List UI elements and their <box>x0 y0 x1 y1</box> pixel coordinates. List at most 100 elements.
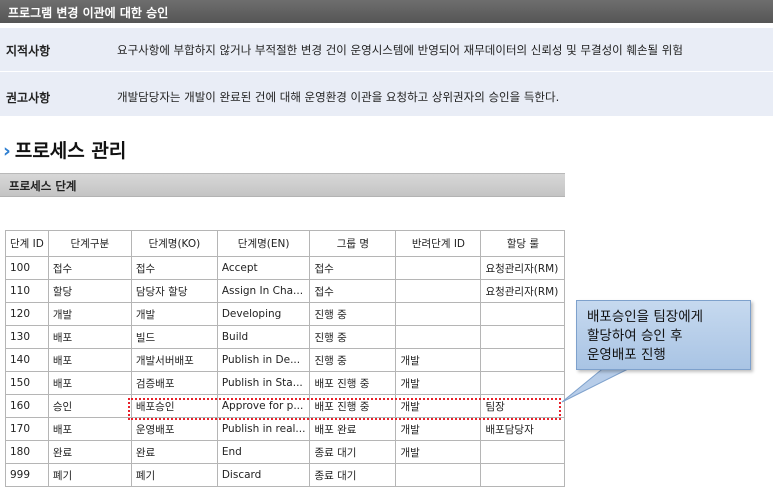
finding-label: 지적사항 <box>6 44 51 58</box>
table-cell: 배포 <box>47 417 132 441</box>
callout-line: 할당하여 승인 후 <box>587 328 683 344</box>
table-cell: 접수 <box>309 256 397 280</box>
table-row[interactable]: 180 완료 완료 End 종료 대기 개발 <box>5 440 566 464</box>
column-header[interactable]: 단계명(EN) <box>216 230 311 257</box>
table-cell: 개발서버배포 <box>130 348 218 372</box>
page-title: › 프로세스 관리 <box>3 136 126 163</box>
table-cell: 배포 <box>47 348 132 372</box>
process-steps-table: 단계 ID 단계구분 단계명(KO) 단계명(EN) 그룹 명 반려단계 ID … <box>5 230 566 487</box>
column-header[interactable]: 그룹 명 <box>309 230 397 257</box>
table-cell: 빌드 <box>130 325 218 349</box>
table-cell: Build <box>216 325 311 349</box>
section-header-title: 프로그램 변경 이관에 대한 승인 <box>8 6 169 20</box>
table-cell: 130 <box>5 325 49 349</box>
table-cell: 폐기 <box>47 463 132 487</box>
recommendation-row: 권고사항 개발담당자는 개발이 완료된 건에 대해 운영환경 이관을 요청하고 … <box>0 72 773 117</box>
table-cell: 배포 진행 중 <box>309 371 397 395</box>
finding-text: 요구사항에 부합하지 않거나 부적절한 변경 건이 운영시스템에 반영되어 재무… <box>117 43 683 57</box>
table-cell: 검증배포 <box>130 371 218 395</box>
table-cell: 160 <box>5 394 49 418</box>
column-header[interactable]: 단계구분 <box>47 230 132 257</box>
finding-row: 지적사항 요구사항에 부합하지 않거나 부적절한 변경 건이 운영시스템에 반영… <box>0 28 773 72</box>
table-cell: 140 <box>5 348 49 372</box>
column-header[interactable]: 할당 룰 <box>480 230 566 257</box>
table-cell: Publish in Sta... <box>216 371 311 395</box>
table-cell <box>395 279 482 303</box>
table-cell: 배포담당자 <box>480 417 566 441</box>
table-row[interactable]: 150 배포 검증배포 Publish in Sta... 배포 진행 중 개발 <box>5 371 566 395</box>
table-cell: 요청관리자(RM) <box>480 256 566 280</box>
process-steps-header: 프로세스 단계 <box>0 173 565 197</box>
table-cell <box>480 371 566 395</box>
table-row[interactable]: 100 접수 접수 Accept 접수 요청관리자(RM) <box>5 256 566 280</box>
table-cell: Assign In Cha... <box>216 279 311 303</box>
table-cell: 요청관리자(RM) <box>480 279 566 303</box>
table-cell: 999 <box>5 463 49 487</box>
table-header-row: 단계 ID 단계구분 단계명(KO) 단계명(EN) 그룹 명 반려단계 ID … <box>5 230 566 257</box>
table-cell: Publish in De... <box>216 348 311 372</box>
page-title-text: 프로세스 관리 <box>14 140 127 162</box>
column-header[interactable]: 단계 ID <box>5 230 49 257</box>
table-cell <box>480 463 566 487</box>
table-row[interactable]: 110 할당 담당자 할당 Assign In Cha... 접수 요청관리자(RM) <box>5 279 566 303</box>
recommendation-text: 개발담당자는 개발이 완료된 건에 대해 운영환경 이관을 요청하고 상위권자의… <box>117 90 560 104</box>
table-cell: 개발 <box>47 302 132 326</box>
table-row[interactable]: 170 배포 운영배포 Publish in real... 배포 완료 개발 배포담당자 <box>5 417 566 441</box>
table-cell <box>480 325 566 349</box>
column-header[interactable]: 반려단계 ID <box>395 230 482 257</box>
callout-line: 운영배포 진행 <box>587 347 666 363</box>
table-cell: 배포 <box>47 325 132 349</box>
table-cell: 폐기 <box>130 463 218 487</box>
table-cell: 110 <box>5 279 49 303</box>
callout-note: 배포승인을 팀장에게 할당하여 승인 후 운영배포 진행 <box>576 300 751 370</box>
table-cell: 170 <box>5 417 49 441</box>
table-cell <box>395 256 482 280</box>
table-cell: 개발 <box>395 348 482 372</box>
table-cell: 개발 <box>130 302 218 326</box>
table-cell: 배포 <box>47 371 132 395</box>
table-cell: 진행 중 <box>309 302 397 326</box>
table-cell: 진행 중 <box>309 325 397 349</box>
table-row[interactable]: 120 개발 개발 Developing 진행 중 <box>5 302 566 326</box>
table-cell: 진행 중 <box>309 348 397 372</box>
table-cell <box>395 463 482 487</box>
table-cell: 담당자 할당 <box>130 279 218 303</box>
table-cell: 종료 대기 <box>309 463 397 487</box>
table-row[interactable]: 130 배포 빌드 Build 진행 중 <box>5 325 566 349</box>
table-cell: 150 <box>5 371 49 395</box>
table-cell: Publish in real... <box>216 417 311 441</box>
table-cell: 접수 <box>309 279 397 303</box>
table-cell: 접수 <box>130 256 218 280</box>
highlight-box <box>128 398 561 420</box>
table-cell <box>480 302 566 326</box>
table-row[interactable]: 140 배포 개발서버배포 Publish in De... 진행 중 개발 <box>5 348 566 372</box>
table-cell: End <box>216 440 311 464</box>
table-cell: Developing <box>216 302 311 326</box>
table-cell <box>395 325 482 349</box>
table-cell: 완료 <box>130 440 218 464</box>
column-header[interactable]: 단계명(KO) <box>130 230 218 257</box>
table-cell: 개발 <box>395 440 482 464</box>
table-cell <box>480 440 566 464</box>
table-cell: 종료 대기 <box>309 440 397 464</box>
table-cell: 개발 <box>395 417 482 441</box>
table-cell: 할당 <box>47 279 132 303</box>
table-cell <box>480 348 566 372</box>
table-cell: 운영배포 <box>130 417 218 441</box>
table-cell: 개발 <box>395 371 482 395</box>
table-cell: 배포 완료 <box>309 417 397 441</box>
table-cell <box>395 302 482 326</box>
chevron-right-icon: › <box>3 140 11 162</box>
table-cell: 완료 <box>47 440 132 464</box>
table-cell: 100 <box>5 256 49 280</box>
table-cell: Accept <box>216 256 311 280</box>
table-row[interactable]: 999 폐기 폐기 Discard 종료 대기 <box>5 463 566 487</box>
recommendation-label: 권고사항 <box>6 91 51 105</box>
table-cell: Discard <box>216 463 311 487</box>
table-cell: 승인 <box>47 394 132 418</box>
table-cell: 180 <box>5 440 49 464</box>
section-header-bar: 프로그램 변경 이관에 대한 승인 <box>0 0 773 23</box>
table-cell: 120 <box>5 302 49 326</box>
process-steps-label: 프로세스 단계 <box>9 179 77 193</box>
callout-line: 배포승인을 팀장에게 <box>587 309 704 325</box>
